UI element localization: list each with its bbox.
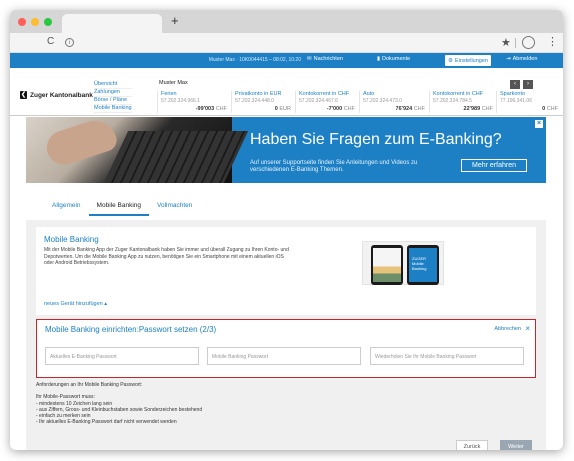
cancel-link[interactable]: Abbrechen	[494, 326, 521, 332]
window-controls	[18, 18, 52, 26]
setup-title: Mobile Banking einrichten:Passwort setze…	[45, 325, 217, 334]
account-name: Sparkonto	[500, 91, 526, 97]
account-balance: 76'924 CHF	[395, 106, 425, 112]
banner-headline: Haben Sie Fragen zum E-Banking?	[250, 131, 502, 148]
browser-window: + C i ★ ⋮ Muster Max · 10K0044415 – 08:0…	[10, 10, 563, 450]
chevron-right-icon[interactable]: ›	[523, 80, 533, 89]
requirement-item: - Ihr aktuelles E-Banking Passwort darf …	[36, 419, 177, 426]
account-iban: 57.202.324.784.5	[433, 98, 472, 104]
setup-password-card: Mobile Banking einrichten:Passwort setze…	[36, 319, 536, 378]
settings-tabs: Allgemein Mobile Banking Vollmachten	[44, 202, 200, 216]
envelope-icon: ✉	[307, 56, 312, 62]
add-device-link[interactable]: neues Gerät hinzufügen ▴	[44, 301, 107, 307]
new-password-field[interactable]: Mobile Banking Passwort	[207, 347, 361, 365]
documents-link[interactable]: ▮ Dokumente	[377, 56, 410, 62]
settings-button[interactable]: ⚙ Einstellungen	[445, 55, 491, 66]
account-iban: 77.196.341.06	[500, 98, 532, 104]
tab-mobile-banking[interactable]: Mobile Banking	[88, 202, 149, 216]
back-button[interactable]: Zurück	[456, 440, 488, 450]
nav-item-payments[interactable]: Zahlungen	[94, 89, 132, 97]
phone-image: ZUGER Mobile Banking	[407, 245, 439, 285]
logout-link[interactable]: ⇥ Abmelden	[506, 56, 537, 62]
close-window-button[interactable]	[18, 18, 26, 26]
account-name: Kontokorrent in CHF	[433, 91, 484, 97]
account-navigation: ❮ Zuger Kantonalbank Übersicht Zahlungen…	[10, 68, 563, 116]
bank-logo[interactable]: ❮ Zuger Kantonalbank	[20, 91, 93, 99]
learn-more-button[interactable]: Mehr erfahren	[461, 159, 527, 172]
account-name: Privatkonto in EUR	[235, 91, 282, 97]
tab-general[interactable]: Allgemein	[44, 202, 89, 216]
current-password-field[interactable]: Aktuelles E-Banking Passwort	[45, 347, 199, 365]
account-owner: Muster Max	[159, 80, 188, 86]
password-requirements: Anforderungen an Ihr Mobile Banking Pass…	[36, 382, 202, 426]
document-icon: ▮	[377, 56, 381, 62]
account-iban: 57.202.324.473.0	[363, 98, 402, 104]
chevron-left-icon[interactable]: ‹	[510, 80, 520, 89]
close-icon[interactable]: ×	[525, 324, 530, 333]
account-name: Kontokorrent in CHF	[299, 91, 350, 97]
account-balance: 22'989 CHF	[463, 106, 493, 112]
account-name: Auto	[363, 91, 375, 97]
info-icon[interactable]: i	[65, 38, 74, 47]
browser-tab[interactable]	[62, 14, 162, 33]
account-balance: -7'000 CHF	[326, 106, 355, 112]
account-scroll: ‹ ›	[510, 80, 533, 89]
content-panel: Mobile Banking Mit der Mobile Banking Ap…	[26, 220, 546, 450]
mobile-banking-card: Mobile Banking Mit der Mobile Banking Ap…	[36, 227, 536, 315]
phone-image	[371, 245, 403, 285]
account-card[interactable]: Kontokorrent in CHF 57.202.324.467.6 -7'…	[295, 91, 355, 113]
account-iban: 57.202.324.448.0	[235, 98, 274, 104]
reload-icon[interactable]: C	[47, 36, 54, 47]
bank-name: Zuger Kantonalbank	[30, 91, 93, 99]
session-info: Muster Max · 10K0044415 – 08:02, 10:20	[208, 57, 301, 63]
new-tab-button[interactable]: +	[171, 13, 179, 28]
account-card[interactable]: Ferien 57.202.324.966.1 -99'003 CHF	[157, 91, 227, 113]
next-button[interactable]: Weiter	[500, 440, 532, 450]
account-balance: -99'003 CHF	[195, 106, 227, 112]
app-preview-image: ZUGER Mobile Banking	[362, 241, 444, 285]
banner-subtext: Auf unserer Supportseite finden Sie Anle…	[250, 160, 418, 173]
logout-label: Abmelden	[512, 56, 538, 62]
mobile-banking-description: Mit der Mobile Banking App der Zuger Kan…	[44, 247, 289, 266]
close-banner-icon[interactable]: ×	[535, 120, 543, 128]
browser-toolbar: C i ★ ⋮	[10, 33, 563, 53]
support-banner: Haben Sie Fragen zum E-Banking? Auf unse…	[26, 117, 546, 183]
browser-menu-icon[interactable]: ⋮	[547, 35, 558, 48]
profile-icon[interactable]	[522, 36, 535, 49]
bank-logo-icon: ❮	[20, 91, 27, 99]
minimize-window-button[interactable]	[31, 18, 39, 26]
account-card[interactable]: Privatkonto in EUR 57.202.324.448.0 0 EU…	[231, 91, 291, 113]
tab-authorizations[interactable]: Vollmachten	[149, 202, 200, 216]
mobile-banking-title: Mobile Banking	[44, 235, 99, 244]
repeat-password-field[interactable]: Wiederholen Sie Ihr Mobile Banking Passw…	[370, 347, 524, 365]
gear-icon: ⚙	[448, 57, 453, 64]
account-iban: 57.202.324.467.6	[299, 98, 338, 104]
account-name: Ferien	[161, 91, 177, 97]
nav-item-mobile-banking[interactable]: Mobile Banking	[94, 105, 132, 113]
maximize-window-button[interactable]	[44, 18, 52, 26]
account-balance: 0 CHF	[542, 106, 558, 112]
settings-label: Einstellungen	[454, 57, 488, 64]
account-card[interactable]: Kontokorrent in CHF 57.202.324.784.5 22'…	[429, 91, 493, 113]
toolbar-divider	[515, 38, 516, 48]
main-nav: Übersicht Zahlungen Börse / Pläne Mobile…	[94, 81, 132, 113]
bookmark-star-icon[interactable]: ★	[501, 36, 511, 49]
banner-image	[26, 117, 249, 183]
tab-bar: +	[10, 10, 563, 33]
messages-link[interactable]: ✉ Nachrichten	[307, 56, 343, 62]
account-card[interactable]: Sparkonto 77.196.341.06 0 CHF	[496, 91, 558, 113]
logout-icon: ⇥	[506, 56, 511, 62]
nav-item-exchange[interactable]: Börse / Pläne	[94, 97, 132, 105]
nav-item-overview[interactable]: Übersicht	[94, 81, 132, 89]
top-bar: Muster Max · 10K0044415 – 08:02, 10:20 ✉…	[10, 53, 563, 68]
account-card[interactable]: Auto 57.202.324.473.0 76'924 CHF	[359, 91, 425, 113]
account-balance: 0 EUR	[274, 106, 291, 112]
documents-label: Dokumente	[382, 56, 411, 62]
account-iban: 57.202.324.966.1	[161, 98, 200, 104]
messages-label: Nachrichten	[313, 56, 343, 62]
